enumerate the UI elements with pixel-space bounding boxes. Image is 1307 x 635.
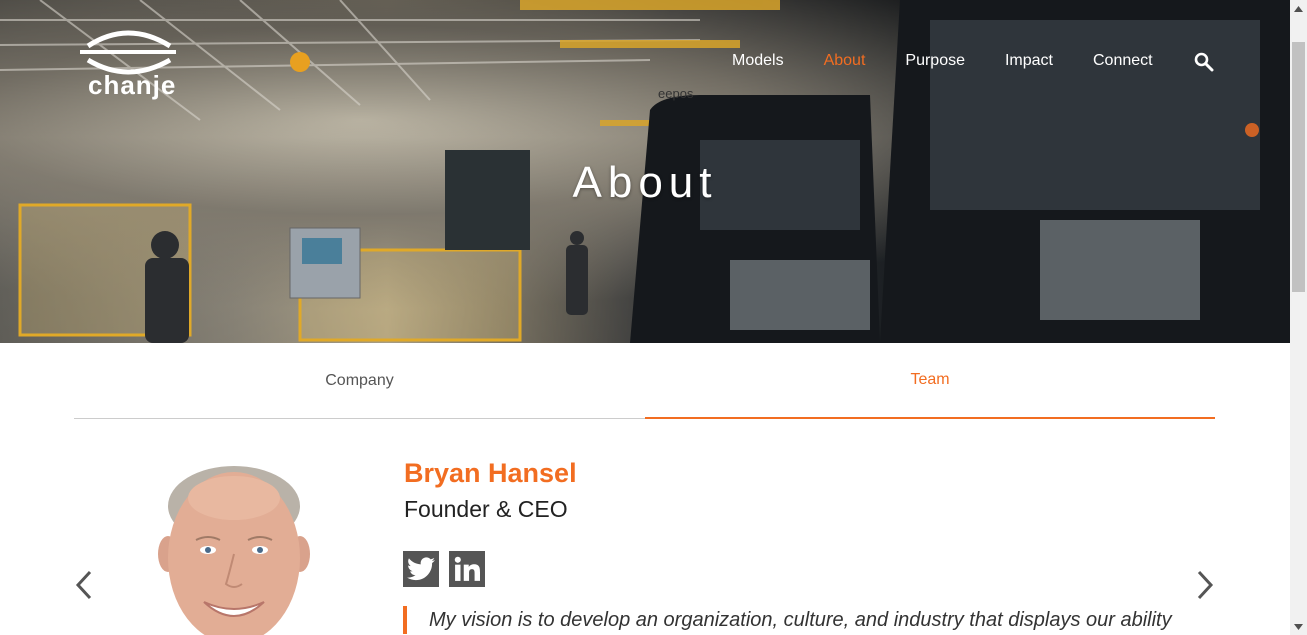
twitter-icon [407,557,435,581]
linkedin-button[interactable] [449,551,485,587]
nav-item-connect[interactable]: Connect [1093,52,1153,70]
nav-item-models[interactable]: Models [732,52,784,70]
scroll-thumb[interactable] [1292,42,1305,292]
member-name: Bryan Hansel [404,458,577,488]
member-role: Founder & CEO [404,496,568,522]
about-tabs: Company Team [74,343,1215,419]
next-arrow-icon[interactable] [1193,568,1217,602]
search-icon[interactable] [1194,52,1214,72]
main-nav: Models About Purpose Impact Connect [732,52,1214,72]
nav-item-impact[interactable]: Impact [1005,52,1053,70]
scroll-up-button[interactable] [1290,0,1307,17]
previous-arrow-icon[interactable] [72,568,96,602]
nav-item-about[interactable]: About [824,52,866,70]
hero-sign-text: eepos [658,86,694,101]
page-scrollbar[interactable] [1290,0,1307,635]
brand-name: chanje [88,70,177,100]
page-title: About [572,158,718,207]
member-quote: My vision is to develop an organization,… [403,606,1203,634]
nav-item-purpose[interactable]: Purpose [905,52,965,70]
linkedin-icon [454,556,480,581]
tab-company[interactable]: Company [74,343,645,419]
scroll-down-icon [1294,623,1303,630]
twitter-button[interactable] [403,551,439,587]
tab-team[interactable]: Team [645,343,1215,419]
scroll-up-icon [1294,5,1303,12]
member-portrait [150,458,320,635]
scroll-down-button[interactable] [1290,618,1307,635]
